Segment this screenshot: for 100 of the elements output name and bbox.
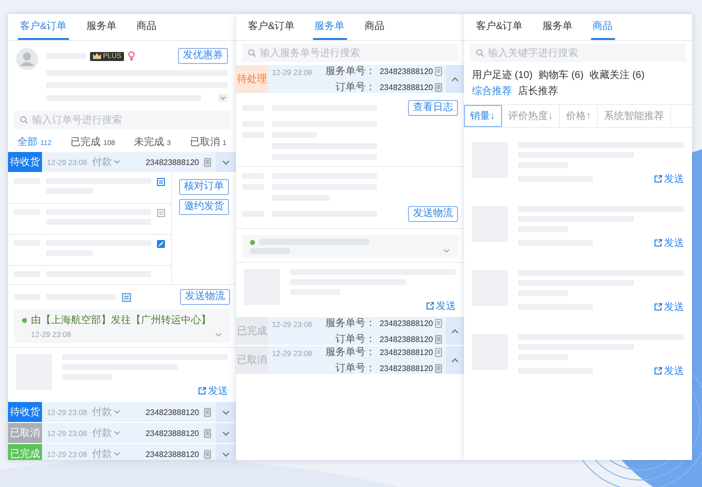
send-link[interactable]: 发送 xyxy=(654,172,684,186)
coupon-button[interactable]: 发优惠券 xyxy=(178,48,228,64)
source-tab[interactable]: 用户足迹 (10) xyxy=(472,68,533,82)
tab[interactable]: 商品 xyxy=(362,14,387,40)
send-logistics-button[interactable]: 发送物流 xyxy=(408,206,458,222)
order-number-label: 订单号： xyxy=(336,332,376,346)
order-number-label: 订单号： xyxy=(336,362,376,375)
search-field[interactable]: 输入订单号进行搜索 xyxy=(14,111,230,129)
status-label: 已完成 xyxy=(8,444,42,460)
sort-tab[interactable]: 系统智能推荐 xyxy=(598,105,671,127)
status-label: 待收货 xyxy=(8,402,42,422)
tab[interactable]: 客户&订单 xyxy=(246,14,297,40)
copy-icon[interactable] xyxy=(435,348,442,356)
service-number-label: 服务单号： xyxy=(326,316,376,330)
status-label: 已取消 xyxy=(8,423,42,443)
order-number: 234823888120 xyxy=(380,334,433,344)
payment-dropdown[interactable]: 付款 xyxy=(92,155,120,169)
chevron-icon[interactable] xyxy=(222,430,230,436)
send-link[interactable]: 发送 xyxy=(654,236,684,250)
caret-icon xyxy=(114,431,120,435)
document-icon[interactable] xyxy=(157,209,165,217)
caret-icon xyxy=(114,160,120,164)
payment-dropdown[interactable]: 付款 xyxy=(92,426,120,440)
status-dot xyxy=(22,318,27,322)
chevron-icon[interactable] xyxy=(451,328,459,334)
tab[interactable]: 商品 xyxy=(590,14,615,40)
share-icon xyxy=(654,239,662,247)
sort-tab[interactable]: 价格↑ xyxy=(560,105,598,127)
document-icon[interactable] xyxy=(157,178,165,186)
chevron-icon[interactable] xyxy=(222,410,230,414)
female-icon xyxy=(128,51,136,61)
chevron-icon[interactable] xyxy=(451,358,459,362)
send-logistics-button[interactable]: 发送物流 xyxy=(180,289,230,305)
caret-icon xyxy=(114,410,120,414)
service-number-label: 服务单号： xyxy=(326,64,376,78)
tab[interactable]: 商品 xyxy=(134,14,159,40)
search-field[interactable]: 输入关键字进行搜索 xyxy=(470,44,686,62)
action-button[interactable]: 邀约发货 xyxy=(179,199,229,215)
action-button[interactable]: 核对订单 xyxy=(179,179,229,195)
payment-dropdown[interactable]: 付款 xyxy=(92,405,120,419)
tab[interactable]: 客户&订单 xyxy=(18,14,69,40)
copy-icon[interactable] xyxy=(435,334,442,344)
order-number: 234823888120 xyxy=(380,364,433,372)
share-icon xyxy=(654,175,662,183)
order-number: 234823888120 xyxy=(380,82,433,92)
copy-icon[interactable] xyxy=(204,428,211,438)
order-number: 234823888120 xyxy=(146,428,199,438)
service-number-label: 服务单号： xyxy=(326,346,376,359)
order-number-label: 订单号： xyxy=(336,80,376,94)
chevron-icon[interactable] xyxy=(222,160,230,164)
send-link[interactable]: 发送 xyxy=(654,300,684,314)
search-icon xyxy=(476,49,484,57)
search-icon xyxy=(248,49,256,57)
share-icon xyxy=(654,367,662,375)
source-tab[interactable]: 店长推荐 xyxy=(518,84,558,98)
source-tab[interactable]: 购物车 (6) xyxy=(538,68,584,82)
source-tab[interactable]: 收藏关注 (6) xyxy=(590,68,645,82)
chevron-icon[interactable] xyxy=(218,94,228,102)
tab[interactable]: 服务单 xyxy=(540,14,575,40)
source-tab[interactable]: 综合推荐 xyxy=(472,84,512,98)
tab[interactable]: 服务单 xyxy=(84,14,119,40)
tab[interactable]: 客户&订单 xyxy=(474,14,525,40)
status-dot xyxy=(250,240,255,244)
caret-icon xyxy=(114,452,120,456)
share-icon xyxy=(654,303,662,311)
copy-icon[interactable] xyxy=(435,66,442,76)
share-icon xyxy=(426,302,434,310)
sort-tab[interactable]: 评价热度↓ xyxy=(502,105,560,127)
chevron-icon[interactable] xyxy=(451,76,459,82)
service-number: 234823888120 xyxy=(380,318,433,328)
copy-icon[interactable] xyxy=(435,364,442,372)
order-number: 234823888120 xyxy=(146,408,199,416)
copy-icon[interactable] xyxy=(204,450,211,458)
service-number: 234823888120 xyxy=(380,66,433,76)
status-label: 已取消 xyxy=(236,346,268,374)
copy-icon[interactable] xyxy=(435,318,442,328)
status-label: 待收货 xyxy=(8,152,42,172)
payment-dropdown[interactable]: 付款 xyxy=(92,447,120,460)
sort-tab[interactable]: 销量↓ xyxy=(464,105,502,127)
service-number: 234823888120 xyxy=(380,348,433,356)
copy-icon[interactable] xyxy=(204,408,211,416)
view-log-button[interactable]: 查看日志 xyxy=(408,100,458,116)
status-label: 已完成 xyxy=(236,317,268,345)
document-icon[interactable] xyxy=(122,292,131,302)
status-label: 待处理 xyxy=(236,65,268,93)
search-icon xyxy=(20,116,28,124)
search-field[interactable]: 输入服务单号进行搜索 xyxy=(242,44,458,62)
chevron-icon[interactable] xyxy=(443,249,450,253)
copy-icon[interactable] xyxy=(435,82,442,92)
send-link[interactable]: 发送 xyxy=(654,364,684,378)
share-icon xyxy=(198,387,206,395)
order-number: 234823888120 xyxy=(146,450,199,458)
tab[interactable]: 服务单 xyxy=(312,14,347,40)
edit-icon[interactable] xyxy=(157,240,165,248)
avatar xyxy=(16,48,38,70)
send-link[interactable]: 发送 xyxy=(198,384,228,398)
send-link[interactable]: 发送 xyxy=(426,299,456,313)
chevron-icon[interactable] xyxy=(215,332,222,336)
copy-icon[interactable] xyxy=(204,158,211,166)
chevron-icon[interactable] xyxy=(222,452,230,456)
